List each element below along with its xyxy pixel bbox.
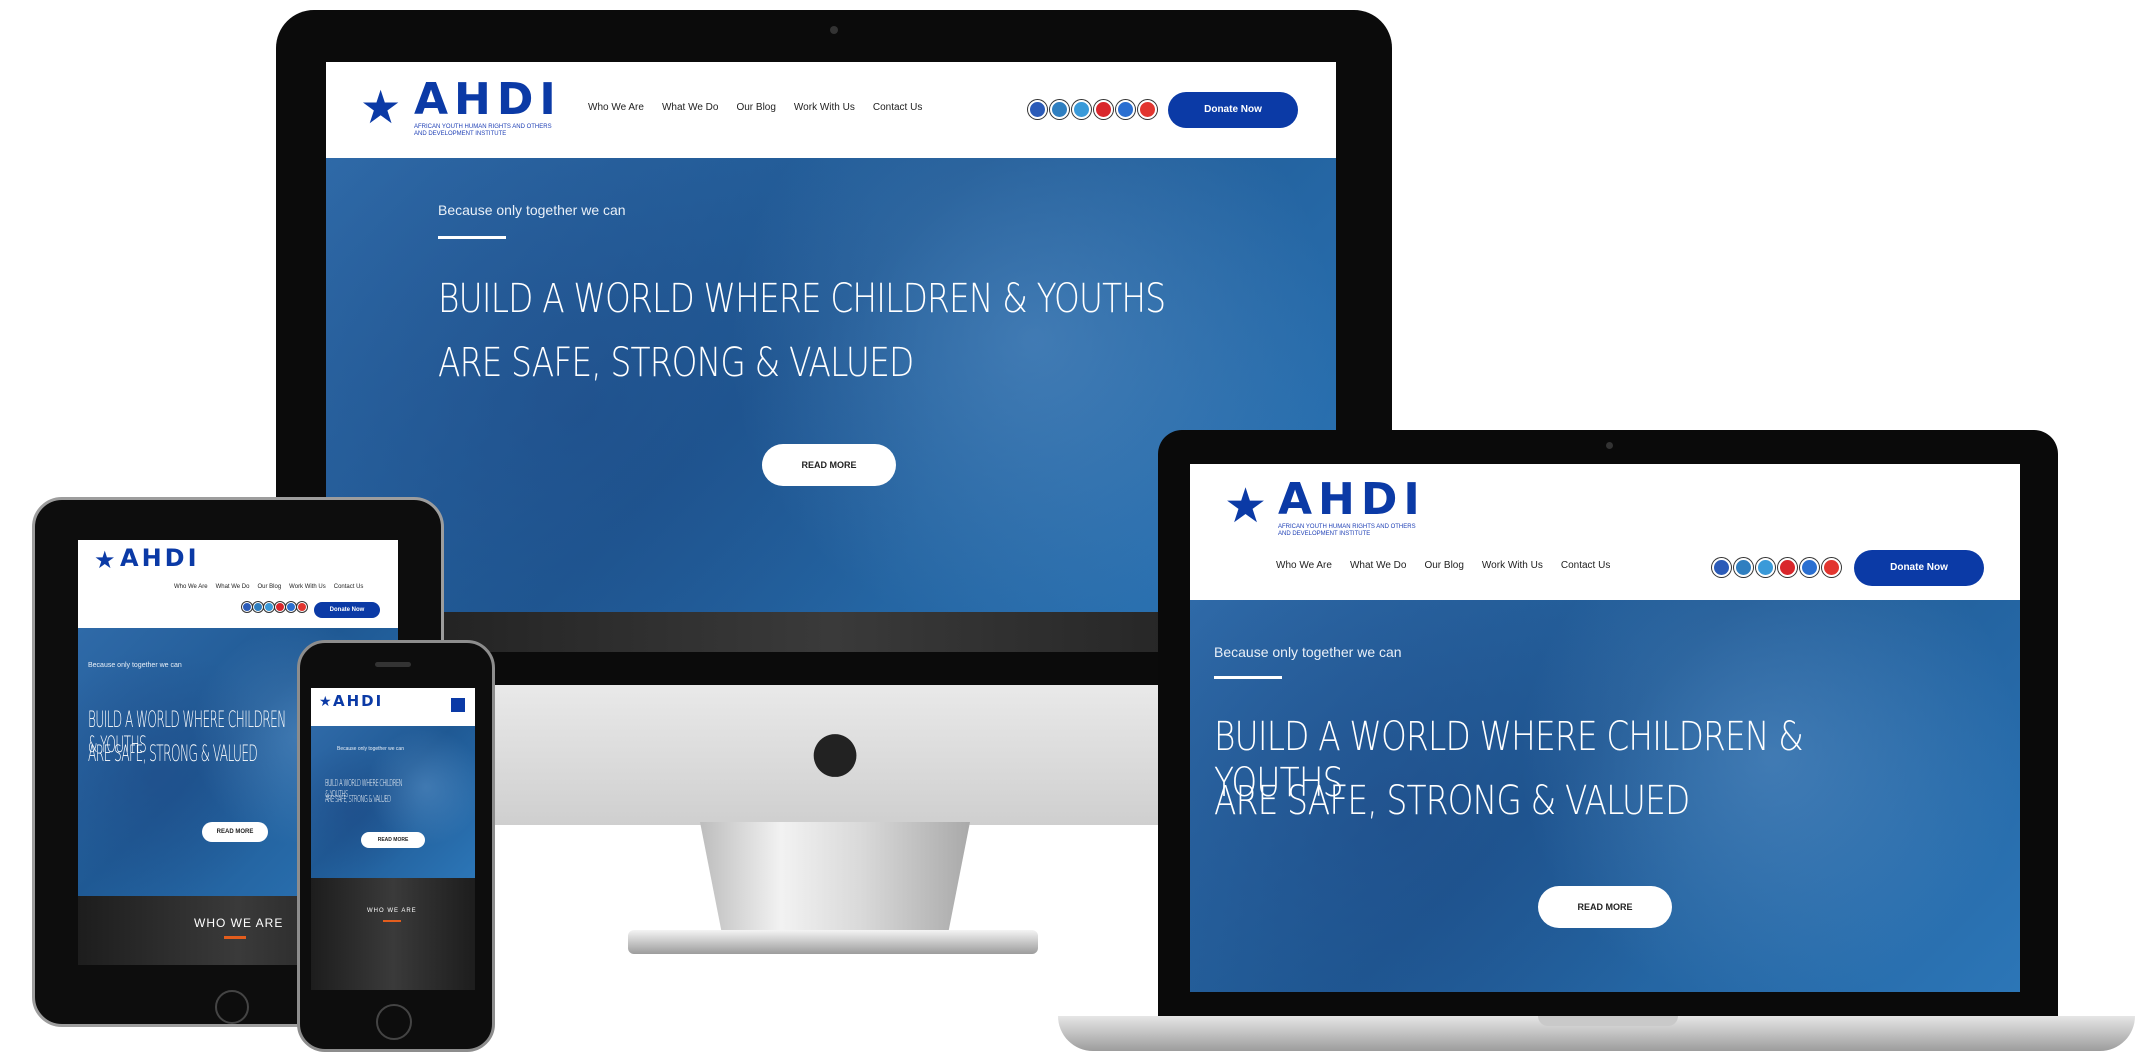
laptop-notch [1538, 1016, 1678, 1026]
menu-what-we-do[interactable]: What We Do [216, 584, 250, 590]
read-more-button[interactable]: READ MORE [361, 832, 425, 848]
linkedin-icon[interactable] [253, 602, 263, 612]
facebook-icon[interactable] [242, 602, 252, 612]
pinterest-icon[interactable] [1822, 558, 1841, 577]
site-logo[interactable]: AHDI [1278, 474, 1426, 525]
apple-logo-icon: ● [810, 719, 860, 784]
hero-headline-line2: ARE SAFE, STRONG & VALUED [438, 340, 914, 386]
menu-our-blog[interactable]: Our Blog [736, 102, 775, 113]
imac-camera [830, 26, 838, 34]
imac-stand-base [628, 930, 1038, 954]
read-more-button[interactable]: READ MORE [762, 444, 896, 486]
hero-headline-line1: BUILD A WORLD WHERE CHILDREN & YOUTHS [438, 276, 1166, 322]
hamburger-menu-icon[interactable] [451, 698, 465, 712]
section-accent-bar [224, 936, 246, 939]
site-logo[interactable]: AHDI [120, 544, 200, 572]
hero-banner: Because only together we can BUILD A WOR… [1190, 600, 2020, 992]
donate-button[interactable]: Donate Now [1168, 92, 1298, 128]
social-links [1028, 100, 1157, 119]
menu-what-we-do[interactable]: What We Do [662, 102, 719, 113]
twitter-icon[interactable] [1800, 558, 1819, 577]
instagram-icon[interactable] [1072, 100, 1091, 119]
main-menu: Who We Are What We Do Our Blog Work With… [174, 584, 363, 590]
twitter-icon[interactable] [286, 602, 296, 612]
donate-button[interactable]: Donate Now [314, 602, 380, 618]
hero-headline-line2: ARE SAFE, STRONG & VALUED [1214, 778, 1690, 824]
tablet-home-button [215, 990, 249, 1024]
menu-what-we-do[interactable]: What We Do [1350, 560, 1407, 571]
linkedin-icon[interactable] [1050, 100, 1069, 119]
tagline-underline [438, 236, 506, 239]
hero-tagline: Because only together we can [88, 662, 182, 669]
site-logo[interactable]: AHDI [333, 692, 383, 710]
phone-speaker [375, 662, 411, 667]
logo-subtitle: AFRICAN YOUTH HUMAN RIGHTS AND OTHERS AN… [1278, 524, 1416, 537]
laptop-screen: ★ AHDI AFRICAN YOUTH HUMAN RIGHTS AND OT… [1190, 464, 2020, 992]
twitter-icon[interactable] [1116, 100, 1135, 119]
phone-home-button [376, 1004, 412, 1040]
imac-stand [700, 822, 970, 932]
facebook-icon[interactable] [1712, 558, 1731, 577]
read-more-button[interactable]: READ MORE [1538, 886, 1672, 928]
pinterest-icon[interactable] [1138, 100, 1157, 119]
site-header: ★ AHDI [311, 688, 475, 726]
read-more-button[interactable]: READ MORE [202, 822, 268, 842]
site-header: ★ AHDI AFRICAN YOUTH HUMAN RIGHTS AND OT… [326, 62, 1336, 158]
linkedin-icon[interactable] [1734, 558, 1753, 577]
social-links [242, 602, 307, 612]
youtube-icon[interactable] [1778, 558, 1797, 577]
logo-figure-icon: ★ [319, 694, 332, 710]
who-we-are-heading: WHO WE ARE [194, 916, 284, 930]
hero-tagline: Because only together we can [337, 746, 404, 752]
site-header: ★ AHDI Who We Are What We Do Our Blog Wo… [78, 540, 398, 628]
hero-tagline: Because only together we can [438, 202, 626, 218]
menu-who-we-are[interactable]: Who We Are [174, 584, 208, 590]
donate-button[interactable]: Donate Now [1854, 550, 1984, 586]
phone-screen: ★ AHDI Because only together we can BUIL… [311, 688, 475, 990]
menu-who-we-are[interactable]: Who We Are [1276, 560, 1332, 571]
logo-figure-icon: ★ [94, 546, 116, 574]
social-links [1712, 558, 1841, 577]
hero-banner: Because only together we can BUILD A WOR… [311, 726, 475, 878]
section-accent-bar [383, 920, 401, 922]
facebook-icon[interactable] [1028, 100, 1047, 119]
logo-figure-icon: ★ [1224, 478, 1268, 534]
youtube-icon[interactable] [275, 602, 285, 612]
laptop-camera [1606, 442, 1613, 449]
menu-work-with-us[interactable]: Work With Us [1482, 560, 1543, 571]
hero-headline-line2: ARE SAFE, STRONG & VALUED [88, 742, 258, 767]
hero-headline-line2: ARE SAFE, STRONG & VALUED [325, 794, 391, 805]
main-menu: Who We Are What We Do Our Blog Work With… [1276, 560, 1610, 571]
menu-who-we-are[interactable]: Who We Are [588, 102, 644, 113]
logo-figure-icon: ★ [360, 80, 402, 134]
site-header: ★ AHDI AFRICAN YOUTH HUMAN RIGHTS AND OT… [1190, 464, 2020, 600]
site-logo[interactable]: AHDI [414, 74, 562, 125]
instagram-icon[interactable] [1756, 558, 1775, 577]
menu-contact-us[interactable]: Contact Us [1561, 560, 1610, 571]
menu-contact-us[interactable]: Contact Us [334, 584, 364, 590]
hero-tagline: Because only together we can [1214, 644, 1402, 660]
tagline-underline [1214, 676, 1282, 679]
logo-subtitle: AFRICAN YOUTH HUMAN RIGHTS AND OTHERS AN… [414, 124, 552, 137]
menu-work-with-us[interactable]: Work With Us [289, 584, 326, 590]
instagram-icon[interactable] [264, 602, 274, 612]
pinterest-icon[interactable] [297, 602, 307, 612]
main-menu: Who We Are What We Do Our Blog Work With… [588, 102, 922, 113]
menu-work-with-us[interactable]: Work With Us [794, 102, 855, 113]
youtube-icon[interactable] [1094, 100, 1113, 119]
who-we-are-heading: WHO WE ARE [367, 908, 417, 914]
menu-our-blog[interactable]: Our Blog [1424, 560, 1463, 571]
menu-contact-us[interactable]: Contact Us [873, 102, 922, 113]
who-we-are-section: WHO WE ARE [311, 878, 475, 990]
menu-our-blog[interactable]: Our Blog [257, 584, 281, 590]
